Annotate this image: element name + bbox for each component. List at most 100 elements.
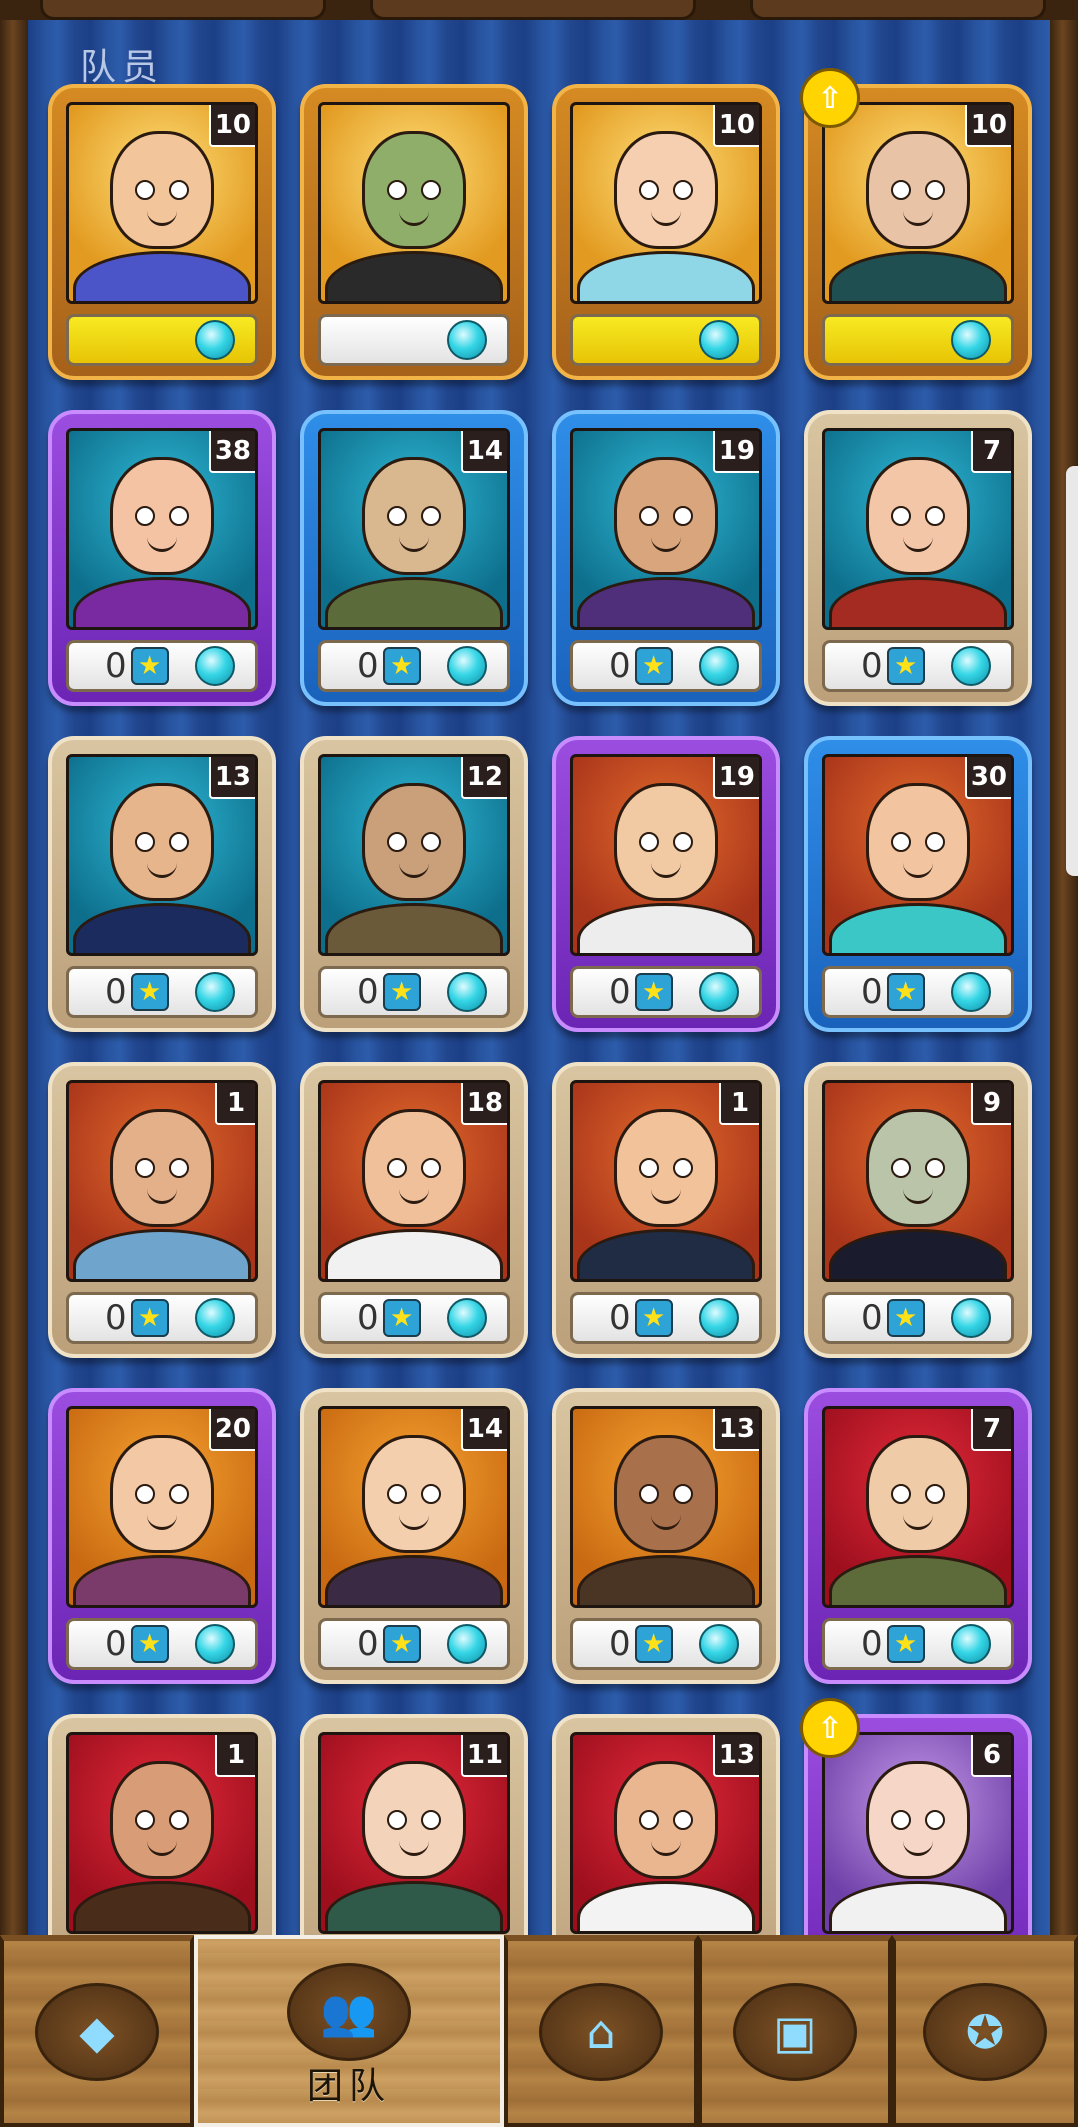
nav-button-home[interactable]: ⌂: [504, 1935, 698, 2127]
hero-eye: [639, 506, 659, 526]
hero-mouth: [651, 1189, 681, 1204]
hero-body: [829, 1881, 1007, 1931]
hero-eye: [135, 832, 155, 852]
hero-portrait: 10: [570, 102, 762, 304]
hero-body: [73, 1555, 251, 1605]
hero-portrait: 1: [66, 1080, 258, 1282]
hero-star-counter: 0 ★: [570, 640, 762, 692]
hero-body: [73, 577, 251, 627]
chest-icon: ▣: [733, 1983, 857, 2081]
hero-card[interactable]: 10: [552, 84, 780, 380]
hero-eye: [891, 506, 911, 526]
hero-body: [73, 1881, 251, 1931]
hero-eye: [673, 506, 693, 526]
nav-button-chest[interactable]: ▣: [698, 1935, 892, 2127]
hero-eye: [421, 832, 441, 852]
hero-body: [73, 903, 251, 953]
star-icon: ★: [130, 1299, 169, 1337]
hero-eye: [421, 1810, 441, 1830]
nav-button-gems[interactable]: ◆: [0, 1935, 194, 2127]
hero-body: [577, 1881, 755, 1931]
hero-body: [73, 251, 251, 301]
hero-body: [577, 577, 755, 627]
star-count: 0: [105, 972, 127, 1012]
hero-card[interactable]: 19 0 ★: [552, 736, 780, 1032]
hero-mouth: [399, 537, 429, 552]
nav-button-award[interactable]: ✪: [892, 1935, 1078, 2127]
hero-card[interactable]: 1 0 ★: [552, 1062, 780, 1358]
panel-title: 队员: [80, 47, 165, 88]
orb-icon: [699, 646, 739, 686]
hero-eye: [135, 180, 155, 200]
hero-eye: [925, 506, 945, 526]
hero-card[interactable]: 7 0 ★: [804, 410, 1032, 706]
nav-button-team[interactable]: 👥 团队: [194, 1935, 504, 2127]
top-tab-slot[interactable]: [370, 0, 696, 20]
hero-body: [577, 251, 755, 301]
top-tab-slot[interactable]: [750, 0, 1046, 20]
hero-mouth: [903, 1841, 933, 1856]
hero-face: [362, 131, 466, 249]
orb-icon: [447, 972, 487, 1012]
hero-eye: [639, 1810, 659, 1830]
hero-face: [866, 457, 970, 575]
hero-card[interactable]: 12 0 ★: [300, 736, 528, 1032]
hero-card[interactable]: 13 0 ★: [552, 1388, 780, 1684]
orb-icon: [951, 646, 991, 686]
star-icon: ★: [634, 973, 673, 1011]
hero-face: [866, 1761, 970, 1879]
hero-portrait: 11: [318, 1732, 510, 1934]
star-count: 0: [861, 1624, 883, 1664]
hero-eye: [639, 180, 659, 200]
top-tab-slot[interactable]: [40, 0, 326, 20]
orb-icon: [195, 646, 235, 686]
hero-star-counter: 0 ★: [318, 1618, 510, 1670]
orb-icon: [699, 972, 739, 1012]
orb-icon: [195, 320, 235, 360]
hero-card[interactable]: 14 0 ★: [300, 410, 528, 706]
hero-eye: [673, 1484, 693, 1504]
hero-body: [325, 903, 503, 953]
hero-card[interactable]: 9 0 ★: [804, 1062, 1032, 1358]
orb-icon: [699, 1298, 739, 1338]
orb-icon: [951, 320, 991, 360]
hero-body: [829, 1229, 1007, 1279]
hero-level-badge: 10: [712, 105, 759, 147]
hero-level-badge: 14: [460, 1409, 507, 1451]
hero-mouth: [903, 1515, 933, 1530]
hero-eye: [925, 1484, 945, 1504]
hero-card[interactable]: 1 0 ★: [48, 1062, 276, 1358]
star-icon: ★: [634, 1625, 673, 1663]
hero-card[interactable]: 14 0 ★: [300, 1388, 528, 1684]
hero-card[interactable]: 13 0 ★: [48, 736, 276, 1032]
hero-eye: [639, 1158, 659, 1178]
hero-card[interactable]: 10: [48, 84, 276, 380]
orb-icon: [447, 646, 487, 686]
hero-card[interactable]: 20 0 ★: [48, 1388, 276, 1684]
hero-star-counter: 0 ★: [570, 1292, 762, 1344]
hero-card[interactable]: 19 0 ★: [552, 410, 780, 706]
hero-card[interactable]: 38 0 ★: [48, 410, 276, 706]
hero-face: [110, 457, 214, 575]
hero-face: [362, 1435, 466, 1553]
hero-card[interactable]: 18 0 ★: [300, 1062, 528, 1358]
orb-icon: [195, 1298, 235, 1338]
star-count: 0: [861, 972, 883, 1012]
hero-mouth: [147, 211, 177, 226]
star-icon: ★: [130, 1625, 169, 1663]
star-count: 0: [357, 1624, 379, 1664]
hero-card[interactable]: ⇧ 10: [800, 68, 1032, 380]
hero-body: [829, 1555, 1007, 1605]
scroll-handle[interactable]: [1066, 466, 1078, 876]
hero-face: [362, 1109, 466, 1227]
orb-icon: [447, 1298, 487, 1338]
hero-portrait: 14: [318, 428, 510, 630]
star-count: 0: [609, 972, 631, 1012]
hero-card[interactable]: 7 0 ★: [804, 1388, 1032, 1684]
hero-card[interactable]: [300, 84, 528, 380]
star-icon: ★: [382, 1299, 421, 1337]
star-icon: ★: [886, 973, 925, 1011]
diamond-icon: ◆: [35, 1983, 159, 2081]
hero-portrait: 30: [822, 754, 1014, 956]
hero-card[interactable]: 30 0 ★: [804, 736, 1032, 1032]
